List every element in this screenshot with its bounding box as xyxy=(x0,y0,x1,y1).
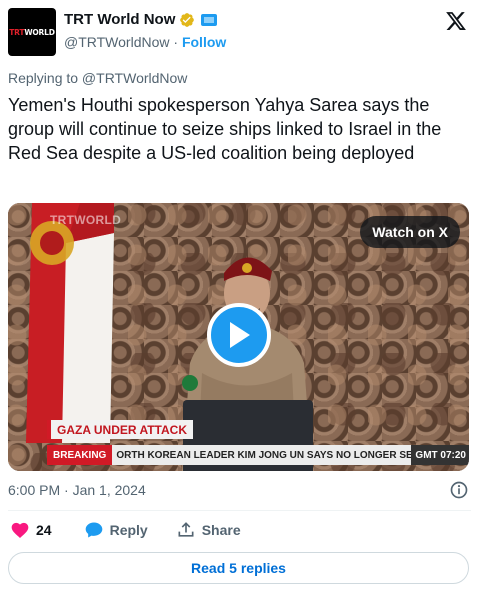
share-icon xyxy=(178,522,194,537)
like-count: 24 xyxy=(36,522,52,538)
like-button[interactable]: 24 xyxy=(10,520,52,540)
action-bar: 24 Reply Share xyxy=(10,520,241,540)
channel-logo: TRTWORLD xyxy=(50,213,122,227)
ticker-time: GMT 07:20 xyxy=(411,445,469,465)
share-button[interactable]: Share xyxy=(176,520,241,540)
heart-icon xyxy=(11,522,29,538)
video-player[interactable]: TRTWORLD Watch on X GAZA UNDER ATTACK BR… xyxy=(8,203,469,471)
replying-to: Replying to @TRTWorldNow xyxy=(8,70,188,86)
gaza-under-attack-banner: GAZA UNDER ATTACK xyxy=(47,420,193,439)
x-logo-icon[interactable] xyxy=(445,10,467,32)
separator: · xyxy=(169,34,182,50)
divider xyxy=(8,510,471,511)
handle-row: @TRTWorldNow · Follow xyxy=(64,34,226,50)
watch-on-x-button[interactable]: Watch on X xyxy=(360,216,460,248)
verified-badge-icon xyxy=(180,12,195,27)
breaking-label: BREAKING xyxy=(47,445,113,465)
affiliate-badge-icon xyxy=(201,13,218,26)
reply-label: Reply xyxy=(109,522,148,538)
avatar-logo-text: TRTWORLD xyxy=(9,27,55,37)
play-icon xyxy=(230,322,250,348)
handle[interactable]: @TRTWorldNow xyxy=(64,34,170,50)
avatar[interactable]: TRTWORLD xyxy=(8,8,56,56)
read-replies-button[interactable]: Read 5 replies xyxy=(8,552,469,584)
play-button[interactable] xyxy=(207,303,271,367)
info-icon[interactable] xyxy=(449,480,469,500)
tweet-timestamp[interactable]: 6:00 PM · Jan 1, 2024 xyxy=(8,482,146,498)
ticker-headline: ORTH KOREAN LEADER KIM JONG UN SAYS NO L… xyxy=(116,449,412,461)
share-label: Share xyxy=(201,522,241,538)
name-row: TRT World Now xyxy=(64,11,218,28)
news-ticker: BREAKING ORTH KOREAN LEADER KIM JONG UN … xyxy=(47,445,469,465)
follow-button[interactable]: Follow xyxy=(182,34,226,50)
reply-button[interactable]: Reply xyxy=(84,520,148,540)
tweet-header: TRTWORLD TRT World Now @TRTWorldNow · Fo… xyxy=(8,8,471,58)
reply-bubble-icon xyxy=(85,522,102,538)
yemen-flag-image xyxy=(26,203,114,443)
tweet-text: Yemen's Houthi spokesperson Yahya Sarea … xyxy=(8,95,442,163)
display-name[interactable]: TRT World Now xyxy=(64,11,175,28)
